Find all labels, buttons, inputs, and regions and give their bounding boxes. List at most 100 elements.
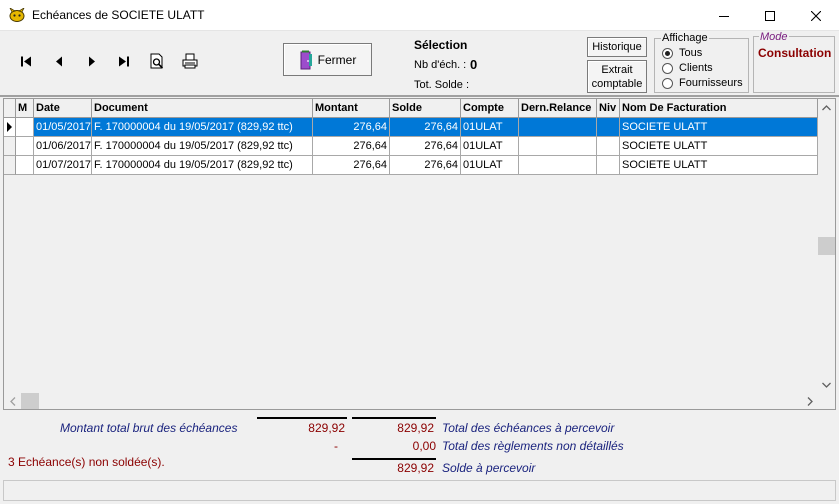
cell-niv[interactable] [597, 137, 620, 156]
current-row-arrow-icon [7, 122, 12, 132]
row-indicator[interactable] [4, 156, 16, 175]
cell-m[interactable] [16, 156, 34, 175]
scroll-left-button[interactable] [4, 393, 21, 409]
mode-value: Consultation [758, 46, 832, 60]
door-exit-icon [300, 50, 312, 69]
minimize-button[interactable] [701, 0, 747, 31]
radio-fournisseurs-label: Fournisseurs [679, 77, 743, 89]
cell-nom-facturation[interactable]: SOCIETE ULATT [620, 156, 818, 175]
selection-title: Sélection [414, 38, 468, 52]
radio-button[interactable] [662, 62, 673, 74]
cell-compte[interactable]: 01ULAT [461, 137, 519, 156]
close-icon [811, 10, 821, 21]
preview-button[interactable] [146, 51, 168, 71]
horizontal-scrollbar[interactable] [4, 393, 818, 409]
cell-compte[interactable]: 01ULAT [461, 118, 519, 137]
table-row[interactable]: 01/05/2017 F. 170000004 du 19/05/2017 (8… [4, 118, 818, 137]
extrait-label-1: Extrait [601, 63, 633, 76]
row-indicator[interactable] [4, 137, 16, 156]
affichage-group: Affichage Tous Clients Fournisseurs [654, 32, 749, 93]
solde-value: 829,92 [397, 461, 434, 475]
minimize-icon [719, 15, 729, 17]
column-header-date[interactable]: Date [34, 99, 92, 118]
vertical-scrollbar[interactable] [818, 99, 835, 393]
cell-compte[interactable]: 01ULAT [461, 156, 519, 175]
radio-tous-label: Tous [679, 47, 703, 59]
column-header-montant[interactable]: Montant [313, 99, 390, 118]
column-header-nom-facturation[interactable]: Nom De Facturation [620, 99, 818, 118]
row-indicator-header [4, 99, 16, 118]
radio-clients[interactable]: Clients [662, 62, 713, 74]
cell-nom-facturation[interactable]: SOCIETE ULATT [620, 137, 818, 156]
cell-niv[interactable] [597, 118, 620, 137]
radio-fournisseurs[interactable]: Fournisseurs [662, 77, 743, 89]
total-echeances-label: Total des échéances à percevoir [442, 421, 615, 435]
row-indicator[interactable] [4, 118, 16, 137]
preview-icon [150, 53, 164, 69]
cell-document[interactable]: F. 170000004 du 19/05/2017 (829,92 ttc) [92, 156, 313, 175]
last-record-button[interactable] [113, 51, 135, 71]
cell-document[interactable]: F. 170000004 du 19/05/2017 (829,92 ttc) [92, 137, 313, 156]
print-button[interactable] [179, 51, 201, 71]
cell-date[interactable]: 01/05/2017 [34, 118, 92, 137]
mode-legend: Mode [759, 31, 789, 43]
app-logo-icon [9, 8, 25, 22]
vertical-scroll-thumb[interactable] [818, 237, 835, 255]
cell-solde[interactable]: 276,64 [390, 118, 461, 137]
table-row[interactable]: 01/07/2017 F. 170000004 du 19/05/2017 (8… [4, 156, 818, 175]
previous-record-button[interactable] [48, 51, 70, 71]
reglements-dash: - [334, 439, 338, 453]
column-header-m[interactable]: M [16, 99, 34, 118]
scroll-up-button[interactable] [818, 99, 835, 116]
divider-line [352, 417, 436, 419]
chevron-left-icon [9, 396, 15, 406]
cell-montant[interactable]: 276,64 [313, 118, 390, 137]
grid-header: M Date Document Montant Solde Compte Der… [4, 99, 818, 118]
title-bar: Echéances de SOCIETE ULATT [0, 0, 839, 31]
cell-dern-relance[interactable] [519, 156, 597, 175]
horizontal-scroll-thumb[interactable] [21, 393, 39, 409]
cell-dern-relance[interactable] [519, 137, 597, 156]
next-record-icon [89, 56, 95, 66]
cell-date[interactable]: 01/07/2017 [34, 156, 92, 175]
first-record-icon [21, 56, 31, 66]
echeances-grid: M Date Document Montant Solde Compte Der… [3, 98, 836, 410]
reglements-value: 0,00 [412, 439, 436, 453]
fermer-label: Fermer [317, 52, 357, 67]
scroll-down-button[interactable] [818, 376, 835, 393]
cell-solde[interactable]: 276,64 [390, 156, 461, 175]
cell-m[interactable] [16, 118, 34, 137]
fermer-button[interactable]: Fermer [283, 43, 372, 76]
radio-clients-label: Clients [679, 62, 713, 74]
cell-montant[interactable]: 276,64 [313, 137, 390, 156]
column-header-dern-relance[interactable]: Dern.Relance [519, 99, 597, 118]
historique-label: Historique [592, 41, 642, 53]
cell-dern-relance[interactable] [519, 118, 597, 137]
divider-line [257, 417, 347, 419]
cell-nom-facturation[interactable]: SOCIETE ULATT [620, 118, 818, 137]
first-record-button[interactable] [15, 51, 37, 71]
scrollbar-corner [818, 393, 835, 409]
cell-solde[interactable]: 276,64 [390, 137, 461, 156]
column-header-niv[interactable]: Niv [597, 99, 620, 118]
column-header-solde[interactable]: Solde [390, 99, 461, 118]
extrait-comptable-button[interactable]: Extrait comptable [587, 60, 647, 93]
cell-montant[interactable]: 276,64 [313, 156, 390, 175]
tot-solde-label: Tot. Solde : [414, 79, 470, 91]
historique-button[interactable]: Historique [587, 37, 647, 57]
scroll-right-button[interactable] [801, 393, 818, 409]
table-row[interactable]: 01/06/2017 F. 170000004 du 19/05/2017 (8… [4, 137, 818, 156]
column-header-compte[interactable]: Compte [461, 99, 519, 118]
divider-line [352, 458, 436, 460]
column-header-document[interactable]: Document [92, 99, 313, 118]
cell-m[interactable] [16, 137, 34, 156]
next-record-button[interactable] [81, 51, 103, 71]
maximize-button[interactable] [747, 0, 793, 31]
cell-document[interactable]: F. 170000004 du 19/05/2017 (829,92 ttc) [92, 118, 313, 137]
radio-tous[interactable]: Tous [662, 47, 702, 59]
radio-button[interactable] [662, 77, 673, 89]
cell-niv[interactable] [597, 156, 620, 175]
close-button[interactable] [793, 0, 839, 31]
cell-date[interactable]: 01/06/2017 [34, 137, 92, 156]
radio-button-selected[interactable] [662, 47, 673, 59]
